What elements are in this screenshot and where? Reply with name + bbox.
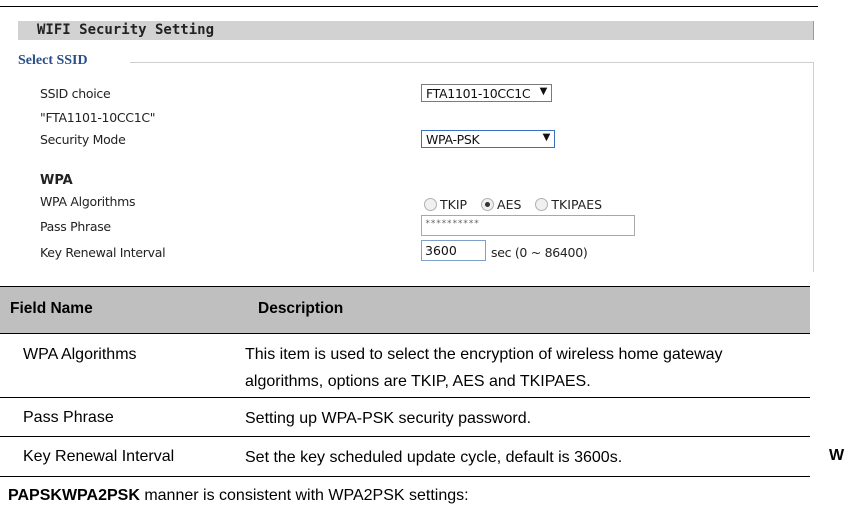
row-divider <box>0 476 810 477</box>
key-renewal-unit: sec (0 ~ 86400) <box>491 245 588 260</box>
radio-aes-label: AES <box>497 197 522 212</box>
radio-tkipaes-label: TKIPAES <box>551 197 603 212</box>
row-description: Set the key scheduled update cycle, defa… <box>245 449 623 466</box>
ssid-select[interactable]: FTA1101-10CC1C ▼ <box>421 84 552 102</box>
security-mode-value: WPA-PSK <box>426 132 480 147</box>
wpa-algorithms-radio-group: TKIP AES TKIPAES <box>424 196 612 212</box>
select-ssid-fieldset: Select SSID <box>18 53 814 272</box>
row-description-line: algorithms, options are TKIP, AES and TK… <box>245 373 591 390</box>
header-field-name: Field Name <box>10 300 93 317</box>
row-field-name: WPA Algorithms <box>23 346 137 363</box>
row-divider <box>0 397 810 398</box>
ssid-select-value: FTA1101-10CC1C <box>426 86 531 101</box>
pass-phrase-label: Pass Phrase <box>40 219 111 234</box>
top-rule <box>0 6 818 7</box>
dropdown-arrow-icon: ▼ <box>539 86 548 97</box>
wpa-heading: WPA <box>40 173 73 188</box>
row-description: This item is used to select the encrypti… <box>245 341 805 395</box>
row-divider <box>0 436 810 437</box>
panel-header: WIFI Security Setting <box>18 21 814 40</box>
row-description: Setting up WPA-PSK security password. <box>245 410 532 427</box>
footer-text: PAPSKWPA2PSK manner is consistent with W… <box>8 487 469 505</box>
pass-phrase-input[interactable]: ********** <box>421 215 635 236</box>
radio-tkip[interactable] <box>424 198 437 211</box>
table-header: Field Name Description <box>0 286 810 334</box>
side-letter: W <box>829 447 845 464</box>
radio-tkipaes[interactable] <box>535 198 549 211</box>
radio-aes[interactable] <box>481 198 495 211</box>
footer-bold: PAPSKWPA2PSK <box>8 487 140 504</box>
fieldset-border <box>130 62 813 63</box>
wpa-algorithms-label: WPA Algorithms <box>40 194 136 209</box>
radio-tkip-label: TKIP <box>440 197 468 212</box>
row-field-name: Pass Phrase <box>23 409 114 426</box>
ssid-quoted-label: "FTA1101-10CC1C" <box>40 110 156 125</box>
panel-title: WIFI Security Setting <box>37 22 215 38</box>
key-renewal-input[interactable]: 3600 <box>421 240 486 261</box>
header-description: Description <box>258 300 344 317</box>
row-field-name: Key Renewal Interval <box>23 448 175 465</box>
key-renewal-label: Key Renewal Interval <box>40 245 166 260</box>
fieldset-legend: Select SSID <box>18 53 88 68</box>
footer-rest: manner is consistent with WPA2PSK settin… <box>139 487 469 504</box>
security-mode-label: Security Mode <box>40 132 126 147</box>
row-description-line: This item is used to select the encrypti… <box>245 346 723 363</box>
dropdown-arrow-icon: ▼ <box>542 132 551 143</box>
ssid-choice-label: SSID choice <box>40 86 111 101</box>
security-mode-select[interactable]: WPA-PSK ▼ <box>421 130 555 148</box>
